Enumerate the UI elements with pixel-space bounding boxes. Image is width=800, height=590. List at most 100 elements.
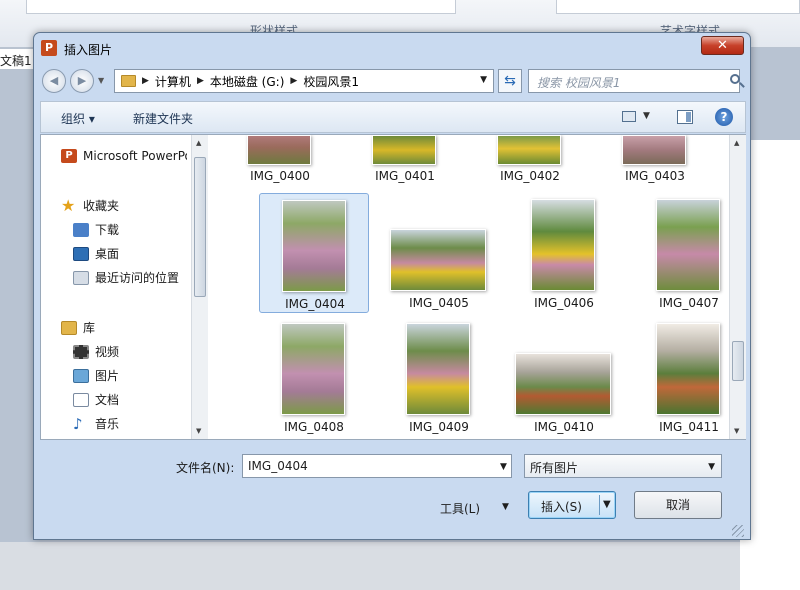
scroll-down-icon[interactable]: ▼ — [734, 427, 739, 435]
breadcrumb-drive[interactable]: 本地磁盘 (G:) — [210, 73, 285, 90]
insert-picture-dialog: P 插入图片 ✕ ◀ ▶ ▼ ▶ 计算机 ▶ 本地磁盘 (G:) ▶ 校园风景1… — [33, 32, 751, 540]
nav-item-downloads[interactable]: 下载 — [73, 221, 119, 238]
file-item[interactable]: IMG_0410 — [509, 317, 619, 437]
scroll-up-icon[interactable]: ▲ — [196, 139, 201, 147]
dialog-titlebar[interactable]: P 插入图片 ✕ — [34, 33, 750, 61]
file-name: IMG_0409 — [409, 420, 469, 434]
star-icon: ★ — [61, 195, 76, 215]
nav-item-label: 桌面 — [95, 247, 120, 261]
breadcrumb-chevron-icon[interactable]: ▶ — [290, 76, 297, 86]
thumbnail-image — [406, 323, 470, 415]
dialog-footer: 文件名(N): IMG_0404 ▼ 所有图片 ▼ 工具(L) ▼ 插入(S) … — [40, 443, 746, 539]
insert-button[interactable]: 插入(S) ▼ — [528, 491, 616, 519]
nav-item-music[interactable]: ♪ 音乐 — [73, 415, 119, 432]
insert-button-label: 插入(S) — [541, 500, 582, 514]
ribbon-gallery-box — [556, 0, 800, 14]
download-folder-icon — [73, 222, 89, 237]
file-item[interactable]: IMG_0408 — [259, 317, 369, 437]
file-name: IMG_0408 — [284, 420, 344, 434]
desktop-icon — [73, 246, 89, 261]
documents-icon — [73, 392, 89, 407]
file-item[interactable]: IMG_0401 — [350, 135, 460, 183]
document-tab[interactable]: 文稿1 — [0, 48, 34, 70]
organize-button[interactable]: 组织 ▾ — [61, 110, 95, 127]
breadcrumb-folder[interactable]: 校园风景1 — [303, 73, 359, 90]
file-item[interactable]: IMG_0411 — [634, 317, 729, 437]
nav-item-label: Microsoft PowerPoint — [83, 149, 187, 163]
nav-item-label: 库 — [83, 321, 96, 335]
address-bar[interactable]: ▶ 计算机 ▶ 本地磁盘 (G:) ▶ 校园风景1 ▼ — [114, 69, 494, 93]
nav-item-libraries[interactable]: 库 — [61, 319, 95, 336]
nav-item-pictures[interactable]: 图片 — [73, 367, 119, 384]
new-folder-button[interactable]: 新建文件夹 — [133, 110, 193, 127]
tools-button[interactable]: 工具(L) — [440, 500, 480, 517]
thumbnail-image — [656, 323, 720, 415]
scroll-down-icon[interactable]: ▼ — [196, 427, 201, 435]
change-view-icon[interactable] — [622, 111, 636, 122]
file-type-value: 所有图片 — [530, 461, 579, 475]
nav-item-powerpoint[interactable]: P Microsoft PowerPoint — [61, 149, 187, 163]
back-button[interactable]: ◀ — [42, 69, 66, 93]
file-item[interactable]: IMG_0406 — [509, 193, 619, 313]
close-button[interactable]: ✕ — [701, 36, 744, 55]
forward-button[interactable]: ▶ — [70, 69, 94, 93]
file-item[interactable]: IMG_0402 — [475, 135, 585, 183]
file-item[interactable]: IMG_0405 — [384, 193, 494, 313]
scroll-up-icon[interactable]: ▲ — [734, 139, 739, 147]
navigation-scrollbar[interactable]: ▲ ▼ — [191, 135, 208, 439]
file-name: IMG_0404 — [285, 297, 345, 311]
breadcrumb-chevron-icon[interactable]: ▶ — [197, 76, 204, 86]
nav-item-favorites[interactable]: ★ 收藏夹 — [61, 197, 119, 214]
cancel-button[interactable]: 取消 — [634, 491, 722, 519]
thumbnail-image — [515, 353, 611, 415]
file-item[interactable]: IMG_0403 — [600, 135, 710, 183]
file-name: IMG_0411 — [659, 420, 719, 434]
file-item[interactable]: IMG_0409 — [384, 317, 494, 437]
search-input[interactable]: 搜索 校园风景1 — [528, 69, 740, 93]
ribbon-gallery-box — [26, 0, 456, 14]
view-options-dropdown[interactable]: ▼ — [643, 111, 650, 121]
filename-dropdown-icon[interactable]: ▼ — [500, 462, 507, 472]
thumbnail-image — [531, 199, 595, 291]
thumbnail-image — [497, 135, 561, 165]
breadcrumb-chevron-icon[interactable]: ▶ — [142, 76, 149, 86]
file-name: IMG_0406 — [534, 296, 594, 310]
command-toolbar: 组织 ▾ 新建文件夹 ▼ ? — [40, 101, 746, 133]
scrollbar-thumb[interactable] — [732, 341, 744, 381]
file-list-scrollbar[interactable]: ▲ ▼ — [729, 135, 746, 439]
filename-label: 文件名(N): — [176, 461, 235, 475]
thumbnail-image — [656, 199, 720, 291]
folder-icon — [121, 75, 136, 87]
thumbnail-image — [282, 200, 346, 292]
breadcrumb-computer[interactable]: 计算机 — [155, 73, 191, 90]
preview-pane-icon[interactable] — [677, 110, 693, 124]
file-item[interactable]: IMG_0407 — [634, 193, 729, 313]
file-type-select[interactable]: 所有图片 ▼ — [524, 454, 722, 478]
navigation-pane: P Microsoft PowerPoint ★ 收藏夹 下载 桌面 最近访问的… — [41, 135, 191, 439]
nav-item-label: 收藏夹 — [83, 199, 120, 213]
file-thumbnail-grid: IMG_0400 IMG_0401 IMG_0402 IMG_0403 IMG_… — [209, 135, 729, 439]
file-item[interactable]: IMG_0400 — [225, 135, 335, 183]
filename-input[interactable]: IMG_0404 — [242, 454, 512, 478]
help-icon[interactable]: ? — [715, 108, 733, 126]
nav-item-desktop[interactable]: 桌面 — [73, 245, 119, 262]
nav-item-documents[interactable]: 文档 — [73, 391, 119, 408]
nav-item-label: 视频 — [95, 345, 120, 359]
recent-locations-dropdown[interactable]: ▼ — [98, 76, 104, 85]
address-row: ◀ ▶ ▼ ▶ 计算机 ▶ 本地磁盘 (G:) ▶ 校园风景1 ▼ ⇆ 搜索 校… — [40, 67, 746, 95]
insert-options-dropdown-icon[interactable]: ▼ — [603, 499, 611, 510]
tools-dropdown-icon[interactable]: ▼ — [502, 502, 509, 512]
thumbnail-image — [390, 229, 486, 291]
nav-item-recent-places[interactable]: 最近访问的位置 — [73, 269, 179, 286]
library-icon — [61, 320, 77, 335]
scrollbar-thumb[interactable] — [194, 157, 206, 297]
nav-item-videos[interactable]: 视频 — [73, 343, 119, 360]
nav-item-label: 音乐 — [95, 417, 120, 431]
file-name: IMG_0400 — [250, 169, 310, 183]
refresh-button[interactable]: ⇆ — [498, 69, 522, 93]
address-dropdown-icon[interactable]: ▼ — [480, 75, 487, 85]
search-icon[interactable] — [730, 74, 740, 84]
browser-content: P Microsoft PowerPoint ★ 收藏夹 下载 桌面 最近访问的… — [40, 134, 746, 440]
file-item-selected[interactable]: IMG_0404 — [259, 193, 369, 313]
resize-grip[interactable] — [732, 525, 744, 537]
